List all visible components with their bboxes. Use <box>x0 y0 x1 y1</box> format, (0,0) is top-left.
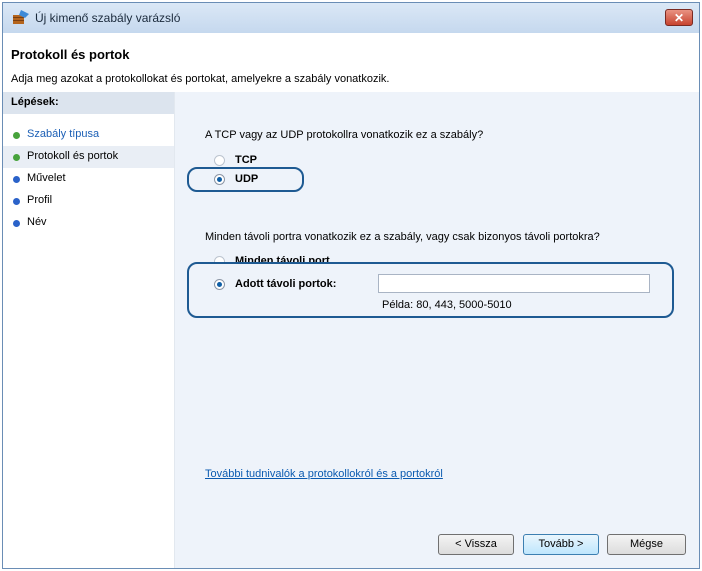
close-button[interactable]: ✕ <box>665 9 693 26</box>
udp-radio[interactable] <box>214 174 225 185</box>
step-pending-icon <box>13 220 20 227</box>
tcp-radio[interactable] <box>214 155 225 166</box>
step-complete-icon <box>13 132 20 139</box>
ports-example: Példa: 80, 443, 5000-5010 <box>382 299 512 311</box>
step-name: Név <box>3 212 174 234</box>
tcp-label[interactable]: TCP <box>235 154 257 166</box>
wizard-window: Új kimenő szabály varázsló ✕ Protokoll é… <box>2 2 700 569</box>
ports-input[interactable] <box>378 274 650 293</box>
title-bar: Új kimenő szabály varázsló ✕ <box>3 3 699 33</box>
back-button[interactable]: < Vissza <box>438 534 514 555</box>
page-title: Protokoll és portok <box>11 47 130 62</box>
step-rule-type[interactable]: Szabály típusa <box>3 124 174 146</box>
cancel-button[interactable]: Mégse <box>607 534 686 555</box>
firewall-icon <box>13 10 29 24</box>
step-profile: Profil <box>3 190 174 212</box>
step-current-icon <box>13 154 20 161</box>
udp-label[interactable]: UDP <box>235 173 258 185</box>
page-description: Adja meg azokat a protokollokat és porto… <box>11 73 390 85</box>
window-title: Új kimenő szabály varázsló <box>35 11 181 25</box>
ports-question: Minden távoli portra vonatkozik ez a sza… <box>205 231 600 243</box>
help-link[interactable]: További tudnivalók a protokollokról és a… <box>205 468 443 480</box>
step-protocol-ports: Protokoll és portok <box>3 146 174 168</box>
main-panel: A TCP vagy az UDP protokollra vonatkozik… <box>175 92 699 568</box>
protocol-question: A TCP vagy az UDP protokollra vonatkozik… <box>205 129 484 141</box>
steps-sidebar: Lépések: Szabály típusa Protokoll és por… <box>3 92 175 568</box>
steps-heading: Lépések: <box>3 92 174 114</box>
page-header: Protokoll és portok Adja meg azokat a pr… <box>3 33 699 92</box>
step-pending-icon <box>13 176 20 183</box>
next-button[interactable]: Tovább > <box>523 534 599 555</box>
specific-ports-label[interactable]: Adott távoli portok: <box>235 278 336 290</box>
step-pending-icon <box>13 198 20 205</box>
step-action: Művelet <box>3 168 174 190</box>
specific-ports-radio[interactable] <box>214 279 225 290</box>
